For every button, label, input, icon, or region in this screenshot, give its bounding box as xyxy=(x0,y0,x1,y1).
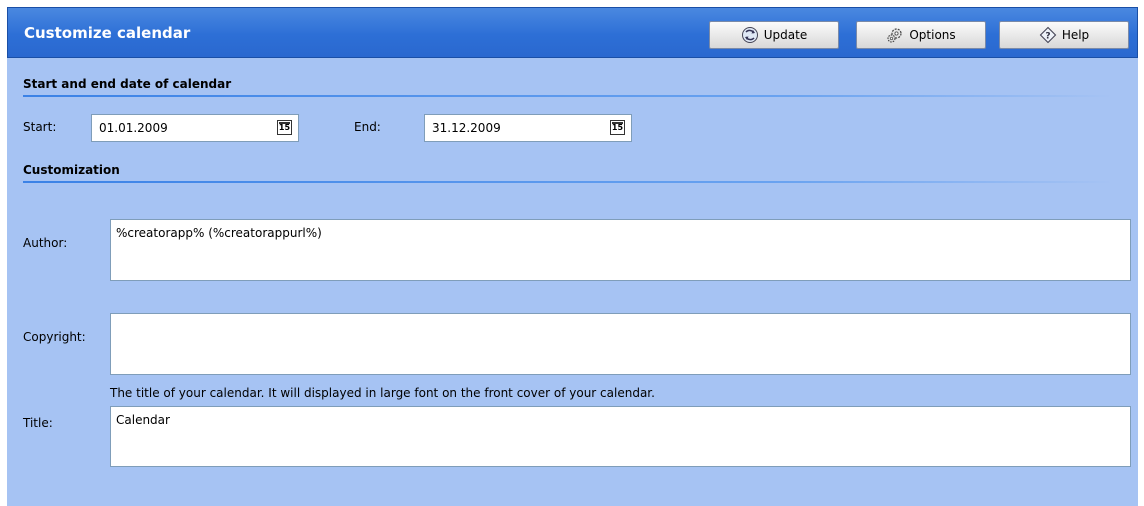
options-button[interactable]: Options xyxy=(856,21,986,49)
title-field[interactable]: Calendar xyxy=(110,406,1131,467)
title-bar: Customize calendar Update Options ? Help xyxy=(7,7,1138,58)
copyright-label: Copyright: xyxy=(23,330,86,344)
end-date-input[interactable]: 31.12.2009 15 xyxy=(424,114,632,142)
title-hint-text: The title of your calendar. It will disp… xyxy=(110,386,655,400)
options-button-label: Options xyxy=(909,28,956,42)
start-date-value: 01.01.2009 xyxy=(99,121,168,135)
update-button-label: Update xyxy=(763,28,808,42)
title-label: Title: xyxy=(23,416,53,430)
update-arrows-icon xyxy=(741,27,758,43)
customization-section-divider xyxy=(23,181,1113,183)
start-label: Start: xyxy=(23,120,57,134)
panel-title: Customize calendar xyxy=(24,24,191,42)
update-button[interactable]: Update xyxy=(709,21,839,49)
customization-section-heading: Customization xyxy=(23,163,120,177)
customize-calendar-panel: Customize calendar Update Options ? Help… xyxy=(7,7,1138,506)
calendar-icon[interactable]: 15 xyxy=(610,120,625,135)
copyright-field[interactable] xyxy=(110,313,1131,375)
options-gears-icon xyxy=(887,28,902,43)
author-field[interactable]: %creatorapp% (%creatorappurl%) xyxy=(110,219,1131,281)
dates-section-heading: Start and end date of calendar xyxy=(23,77,232,91)
end-label: End: xyxy=(354,120,381,134)
author-label: Author: xyxy=(23,236,68,250)
help-button-label: Help xyxy=(1061,28,1090,42)
help-button[interactable]: ? Help xyxy=(999,21,1129,49)
dates-section-divider xyxy=(23,95,1113,97)
calendar-icon[interactable]: 15 xyxy=(277,120,292,135)
help-question-icon: ? xyxy=(1039,26,1057,44)
end-date-value: 31.12.2009 xyxy=(432,121,501,135)
start-date-input[interactable]: 01.01.2009 15 xyxy=(91,114,299,142)
author-value: %creatorapp% (%creatorappurl%) xyxy=(116,226,322,240)
title-value: Calendar xyxy=(116,413,170,427)
svg-text:?: ? xyxy=(1045,32,1050,42)
